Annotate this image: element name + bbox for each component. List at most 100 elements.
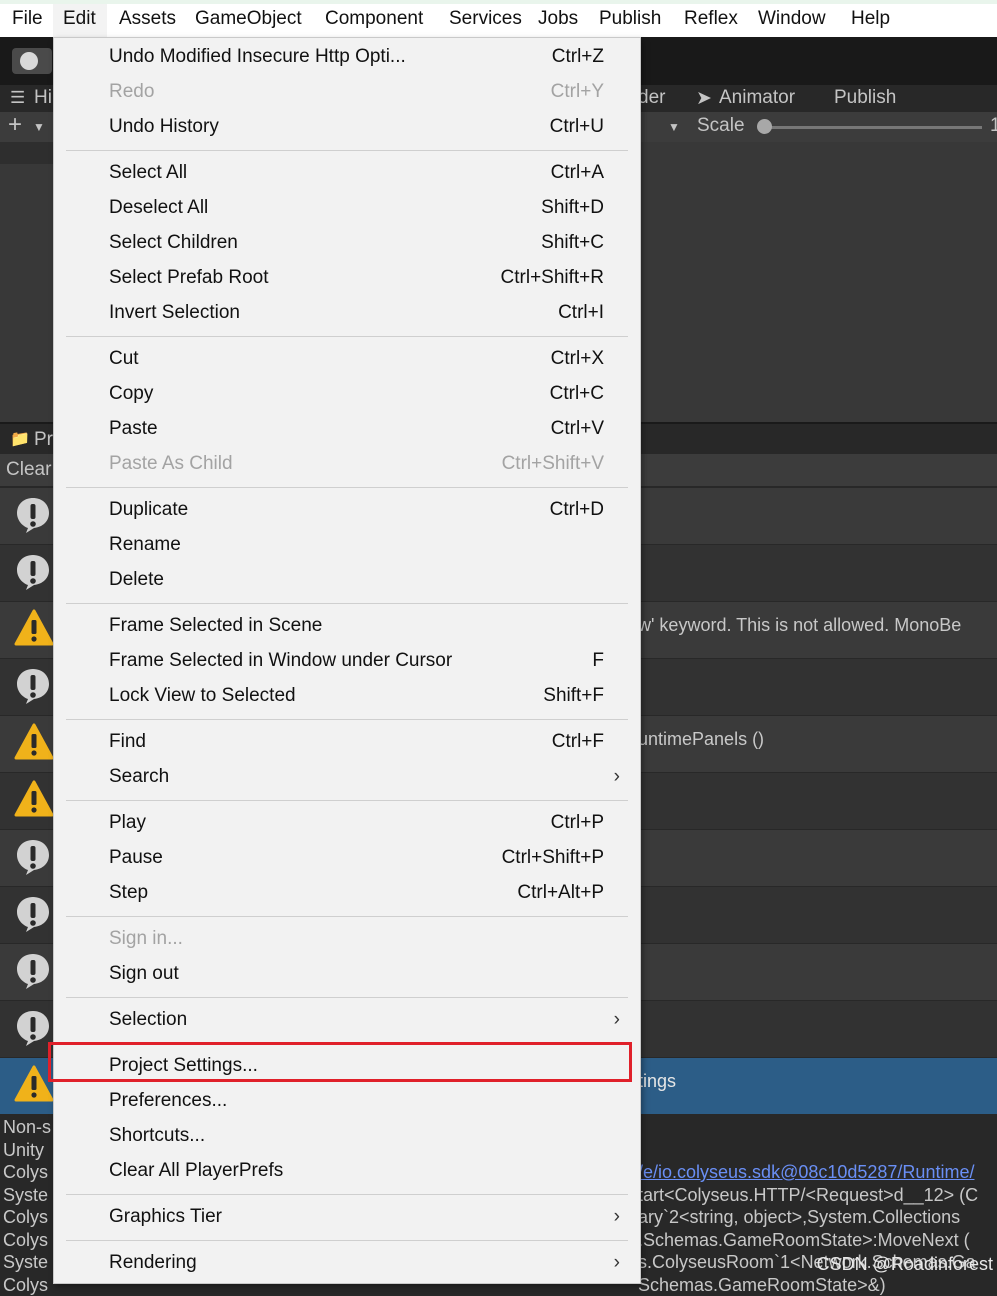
- scale-slider-handle[interactable]: [757, 119, 772, 134]
- chevron-right-icon: ›: [613, 1206, 620, 1227]
- menu-item-label: Sign out: [109, 963, 179, 984]
- menu-item-selection[interactable]: Selection ›: [54, 1003, 640, 1038]
- menu-item-copy[interactable]: Copy Ctrl+C: [54, 377, 640, 412]
- menu-item-shortcut: Ctrl+Y: [550, 81, 604, 102]
- menu-item-undo-modified-insecure-http-opti[interactable]: Undo Modified Insecure Http Opti... Ctrl+…: [54, 40, 640, 75]
- info-icon: [14, 667, 52, 705]
- hierarchy-header-strip: [0, 142, 60, 164]
- menu-item-shortcuts[interactable]: Shortcuts...: [54, 1119, 640, 1154]
- tab-shader[interactable]: der: [638, 87, 665, 109]
- menu-item-label: Find: [109, 731, 146, 752]
- menu-item-frame-selected-in-window-under-cursor[interactable]: Frame Selected in Window under Cursor F: [54, 644, 640, 679]
- menu-item-label: Select All: [109, 162, 188, 183]
- menu-item-rendering[interactable]: Rendering ›: [54, 1246, 640, 1281]
- menu-gameobject[interactable]: GameObject: [195, 8, 302, 30]
- menu-item-label: Delete: [109, 569, 164, 590]
- menu-item-label: Graphics Tier: [109, 1206, 222, 1227]
- menu-separator: [66, 916, 628, 917]
- stacktrace-line-end: .Schemas.GameRoomState>:MoveNext (: [638, 1229, 970, 1250]
- menu-item-sign-out[interactable]: Sign out: [54, 957, 640, 992]
- hierarchy-list-icon: ☰: [10, 88, 26, 107]
- menu-item-label: Preferences...: [109, 1090, 228, 1111]
- menu-item-label: Sign in...: [109, 928, 183, 949]
- menu-item-label: Rename: [109, 534, 181, 555]
- warning-icon: [14, 609, 54, 647]
- tab-publish[interactable]: Publish: [834, 87, 896, 109]
- tab-animator[interactable]: Animator: [719, 87, 795, 109]
- stacktrace-line-start: Colys: [3, 1207, 49, 1227]
- add-icon[interactable]: +: [8, 111, 22, 139]
- menu-item-clear-all-playerprefs[interactable]: Clear All PlayerPrefs: [54, 1154, 640, 1189]
- menu-item-shortcut: Ctrl+U: [549, 116, 604, 137]
- tab-hierarchy[interactable]: Hi: [34, 87, 52, 109]
- menu-window[interactable]: Window: [758, 8, 826, 30]
- menu-file[interactable]: File: [12, 8, 43, 30]
- info-icon: [14, 952, 52, 990]
- tab-project[interactable]: Pr: [34, 429, 53, 451]
- scale-slider-track[interactable]: [764, 126, 982, 129]
- menu-component[interactable]: Component: [325, 8, 423, 30]
- menu-item-select-prefab-root[interactable]: Select Prefab Root Ctrl+Shift+R: [54, 261, 640, 296]
- menu-item-duplicate[interactable]: Duplicate Ctrl+D: [54, 493, 640, 528]
- menu-item-label: Undo History: [109, 116, 219, 137]
- menu-item-graphics-tier[interactable]: Graphics Tier ›: [54, 1200, 640, 1235]
- menu-item-label: Cut: [109, 348, 139, 369]
- menu-item-frame-selected-in-scene[interactable]: Frame Selected in Scene: [54, 609, 640, 644]
- stacktrace-line-start: Non-s: [3, 1117, 52, 1137]
- menu-item-label: Select Children: [109, 232, 238, 253]
- menu-publish[interactable]: Publish: [599, 8, 661, 30]
- menu-item-label: Paste: [109, 418, 158, 439]
- menu-item-redo: Redo Ctrl+Y: [54, 75, 640, 110]
- menu-services[interactable]: Services: [449, 8, 522, 30]
- menu-item-label: Step: [109, 882, 149, 903]
- menu-item-cut[interactable]: Cut Ctrl+X: [54, 342, 640, 377]
- menu-item-preferences[interactable]: Preferences...: [54, 1084, 640, 1119]
- info-icon: [14, 895, 52, 933]
- menu-item-shortcut: Shift+F: [543, 685, 604, 706]
- dropdown-arrow-icon[interactable]: ▼: [668, 120, 680, 134]
- menu-item-paste[interactable]: Paste Ctrl+V: [54, 412, 640, 447]
- add-dropdown-icon[interactable]: ▼: [33, 120, 45, 134]
- menu-item-label: Copy: [109, 383, 154, 404]
- menu-item-invert-selection[interactable]: Invert Selection Ctrl+I: [54, 296, 640, 331]
- menu-item-shortcut: Ctrl+Shift+R: [500, 267, 604, 288]
- menu-item-pause[interactable]: Pause Ctrl+Shift+P: [54, 841, 640, 876]
- console-row-text: tings: [638, 1071, 677, 1091]
- menu-item-undo-history[interactable]: Undo History Ctrl+U: [54, 110, 640, 145]
- warning-icon: [14, 780, 54, 818]
- menu-item-delete[interactable]: Delete: [54, 563, 640, 598]
- menu-separator: [66, 603, 628, 604]
- menu-item-lock-view-to-selected[interactable]: Lock View to Selected Shift+F: [54, 679, 640, 714]
- menu-edit[interactable]: Edit: [63, 8, 96, 30]
- stacktrace-line-end: tart<Colyseus.HTTP/<Request>d__12> (C: [638, 1184, 979, 1205]
- menu-item-label: Undo Modified Insecure Http Opti...: [109, 46, 406, 67]
- edit-menu-dropdown: Undo Modified Insecure Http Opti... Ctrl+…: [53, 37, 641, 1284]
- menu-item-select-children[interactable]: Select Children Shift+C: [54, 226, 640, 261]
- menu-assets[interactable]: Assets: [119, 8, 176, 30]
- menu-item-play[interactable]: Play Ctrl+P: [54, 806, 640, 841]
- menu-item-shortcut: Ctrl+A: [550, 162, 604, 183]
- stacktrace-link[interactable]: /e/io.colyseus.sdk@08c10d5287/Runtime/: [638, 1162, 974, 1183]
- menu-item-label: Search: [109, 766, 170, 787]
- stacktrace-line-start: Colys: [3, 1274, 49, 1295]
- menu-item-select-all[interactable]: Select All Ctrl+A: [54, 156, 640, 191]
- menu-help[interactable]: Help: [851, 8, 890, 30]
- menu-item-label: Invert Selection: [109, 302, 240, 323]
- chevron-right-icon: ›: [613, 766, 620, 787]
- menu-jobs[interactable]: Jobs: [538, 8, 578, 30]
- menu-reflex[interactable]: Reflex: [684, 8, 738, 30]
- stacktrace-line-start: Colys: [3, 1229, 49, 1250]
- menu-item-deselect-all[interactable]: Deselect All Shift+D: [54, 191, 640, 226]
- menu-item-search[interactable]: Search ›: [54, 760, 640, 795]
- menu-item-shortcut: Ctrl+F: [551, 731, 604, 752]
- info-icon: [14, 553, 52, 591]
- console-clear-button[interactable]: Clear: [6, 459, 51, 481]
- account-button[interactable]: [12, 48, 52, 74]
- menu-item-step[interactable]: Step Ctrl+Alt+P: [54, 876, 640, 911]
- menu-item-sign-in: Sign in...: [54, 922, 640, 957]
- menu-item-label: Frame Selected in Window under Cursor: [109, 650, 453, 671]
- watermark: CSDN @Roadinforest: [816, 1254, 993, 1274]
- menu-item-rename[interactable]: Rename: [54, 528, 640, 563]
- folder-icon: 📁: [10, 431, 30, 448]
- menu-item-find[interactable]: Find Ctrl+F: [54, 725, 640, 760]
